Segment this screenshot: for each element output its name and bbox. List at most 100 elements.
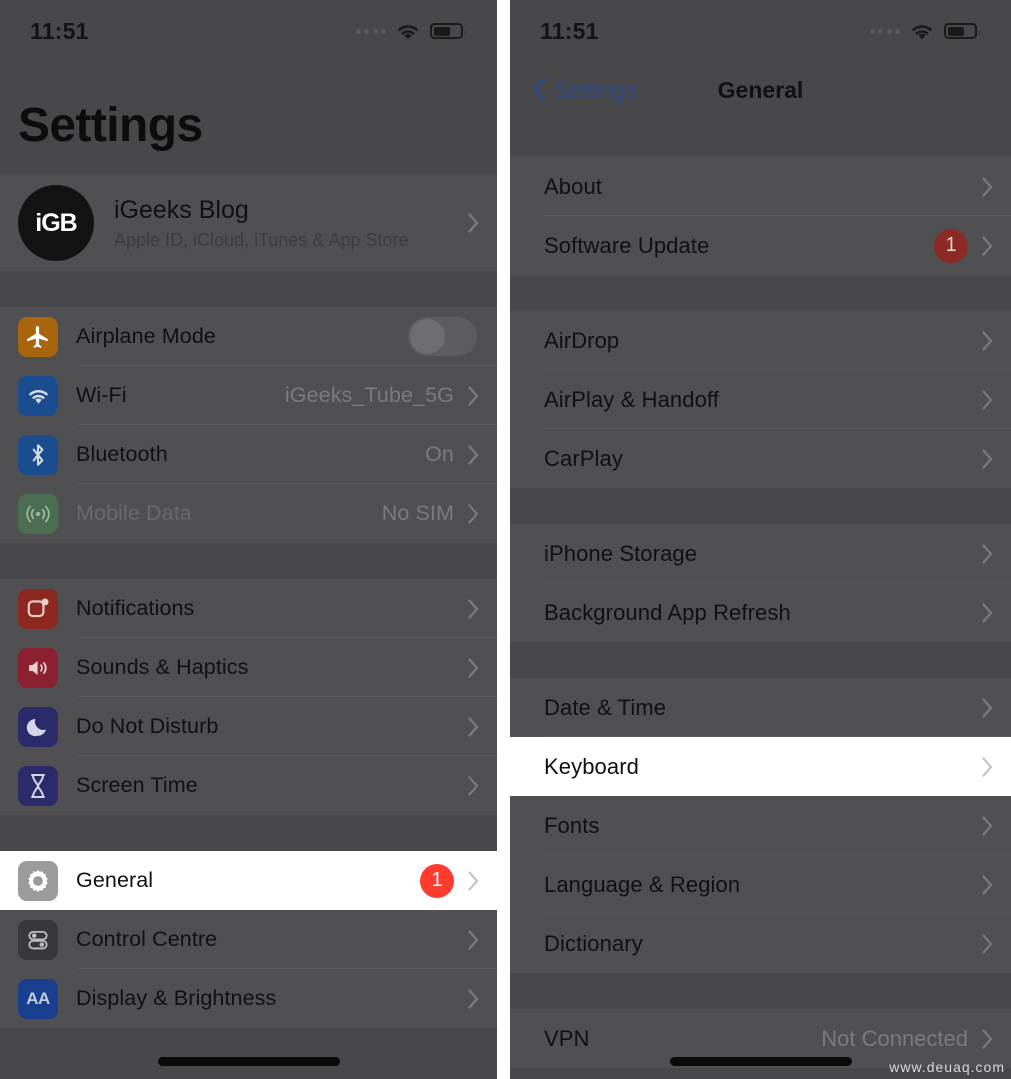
sharing-group: AirDrop AirPlay & Handoff CarPlay: [510, 311, 1011, 488]
chevron-right-icon: [982, 1028, 993, 1049]
signal-dots-icon: [869, 28, 900, 34]
page-title: Settings: [18, 99, 203, 152]
connectivity-group: Airplane Mode Wi-Fi iGeeks_Tube_5G Bluet…: [0, 307, 497, 543]
airplane-icon: [18, 316, 58, 357]
settings-row-value: On: [425, 442, 454, 466]
group-spacer: [510, 642, 1011, 678]
cellular-icon: [18, 493, 58, 534]
notifications-icon: [18, 588, 58, 629]
settings-row-label: Fonts: [544, 812, 600, 838]
chevron-right-icon: [982, 235, 993, 256]
toggle-knob: [410, 319, 445, 354]
settings-row-background-app-refresh[interactable]: Background App Refresh: [510, 583, 1011, 642]
locale-group: Date & Time Keyboard Fonts Language & Re…: [510, 678, 1011, 973]
gear-icon: [18, 860, 58, 901]
wifi-icon: [18, 375, 58, 416]
settings-row-about[interactable]: About: [510, 157, 1011, 216]
chevron-right-icon: [468, 503, 479, 524]
battery-icon: [430, 23, 466, 39]
status-badge: 1: [420, 863, 454, 898]
avatar: iGB: [18, 185, 94, 261]
dual-phone-screenshot: 11:51 Settings iGB iGeeks Blog Apple ID,…: [0, 0, 1011, 1079]
settings-row-airplane-mode[interactable]: Airplane Mode: [0, 307, 497, 366]
group-spacer: [510, 275, 1011, 311]
sounds-icon: [18, 647, 58, 688]
settings-row-fonts[interactable]: Fonts: [510, 796, 1011, 855]
settings-row-label: Display & Brightness: [76, 986, 277, 1010]
status-bar-left: 11:51: [0, 0, 497, 62]
settings-row-iphone-storage[interactable]: iPhone Storage: [510, 524, 1011, 583]
watermark: www.deuaq.com: [889, 1059, 1005, 1075]
settings-row-label: iPhone Storage: [544, 540, 698, 566]
settings-row-label: Background App Refresh: [544, 599, 791, 625]
settings-row-carplay[interactable]: CarPlay: [510, 429, 1011, 488]
settings-row-control-centre[interactable]: Control Centre: [0, 910, 497, 969]
chevron-right-icon: [982, 815, 993, 836]
settings-row-airdrop[interactable]: AirDrop: [510, 311, 1011, 370]
settings-row-do-not-disturb[interactable]: Do Not Disturb: [0, 697, 497, 756]
chevron-right-icon: [468, 213, 479, 233]
chevron-right-icon: [982, 874, 993, 895]
chevron-right-icon: [982, 543, 993, 564]
moon-icon: [18, 706, 58, 747]
settings-row-notifications[interactable]: Notifications: [0, 579, 497, 638]
home-indicator: [157, 1057, 340, 1066]
settings-row-label: Wi-Fi: [76, 383, 127, 407]
settings-row-software-update[interactable]: Software Update 1: [510, 216, 1011, 275]
settings-row-dictionary[interactable]: Dictionary: [510, 914, 1011, 973]
settings-row-label: Language & Region: [544, 871, 741, 897]
settings-row-label: About: [544, 173, 602, 199]
control-centre-icon: [18, 919, 58, 960]
chevron-right-icon: [982, 389, 993, 410]
account-row[interactable]: iGB iGeeks Blog Apple ID, iCloud, iTunes…: [0, 175, 497, 271]
settings-row-value: iGeeks_Tube_5G: [284, 383, 454, 407]
settings-row-mobile-data[interactable]: Mobile Data No SIM: [0, 484, 497, 543]
back-button[interactable]: Settings: [532, 77, 637, 104]
chevron-right-icon: [982, 756, 993, 777]
back-button-label: Settings: [554, 76, 638, 103]
info-group: About Software Update 1: [510, 157, 1011, 275]
group-spacer: [0, 815, 497, 851]
signal-dots-icon: [355, 28, 386, 34]
chevron-right-icon: [982, 602, 993, 623]
group-spacer: [510, 973, 1011, 1009]
display-brightness-icon: AA: [18, 978, 58, 1019]
settings-row-label: Airplane Mode: [76, 324, 216, 348]
wifi-icon: [912, 24, 932, 39]
chevron-right-icon: [468, 988, 479, 1009]
avatar-initials: iGB: [35, 208, 77, 237]
airplane-mode-toggle[interactable]: [408, 317, 477, 356]
settings-row-airplay-handoff[interactable]: AirPlay & Handoff: [510, 370, 1011, 429]
settings-row-label: Dictionary: [544, 930, 643, 956]
settings-row-sounds-haptics[interactable]: Sounds & Haptics: [0, 638, 497, 697]
chevron-right-icon: [982, 448, 993, 469]
status-time: 11:51: [540, 17, 599, 44]
settings-row-screen-time[interactable]: Screen Time: [0, 756, 497, 815]
settings-row-wifi[interactable]: Wi-Fi iGeeks_Tube_5G: [0, 366, 497, 425]
group-spacer: [510, 488, 1011, 524]
settings-row-general[interactable]: General 1: [0, 851, 497, 910]
chevron-right-icon: [468, 929, 479, 950]
settings-row-label: Sounds & Haptics: [76, 655, 249, 679]
settings-row-label: Do Not Disturb: [76, 714, 219, 738]
chevron-right-icon: [982, 933, 993, 954]
group-spacer: [0, 271, 497, 307]
group-spacer: [510, 118, 1011, 157]
status-time: 11:51: [30, 17, 89, 44]
settings-row-label: Screen Time: [76, 773, 198, 797]
system-group: General 1 Control Centre AA Display & Br…: [0, 851, 497, 1028]
settings-row-display-brightness[interactable]: AA Display & Brightness: [0, 969, 497, 1028]
settings-row-bluetooth[interactable]: Bluetooth On: [0, 425, 497, 484]
settings-row-label: Mobile Data: [76, 501, 192, 525]
navigation-bar: Settings General: [510, 62, 1011, 118]
settings-row-label: Control Centre: [76, 927, 218, 951]
group-spacer: [0, 543, 497, 579]
account-group: iGB iGeeks Blog Apple ID, iCloud, iTunes…: [0, 175, 497, 271]
settings-row-date-time[interactable]: Date & Time: [510, 678, 1011, 737]
settings-row-label: Keyboard: [544, 753, 639, 779]
settings-row-language-region[interactable]: Language & Region: [510, 855, 1011, 914]
home-indicator: [669, 1057, 852, 1066]
settings-row-label: General: [76, 868, 154, 892]
settings-row-keyboard[interactable]: Keyboard: [510, 737, 1011, 796]
account-subtitle: Apple ID, iCloud, iTunes & App Store: [114, 229, 409, 250]
